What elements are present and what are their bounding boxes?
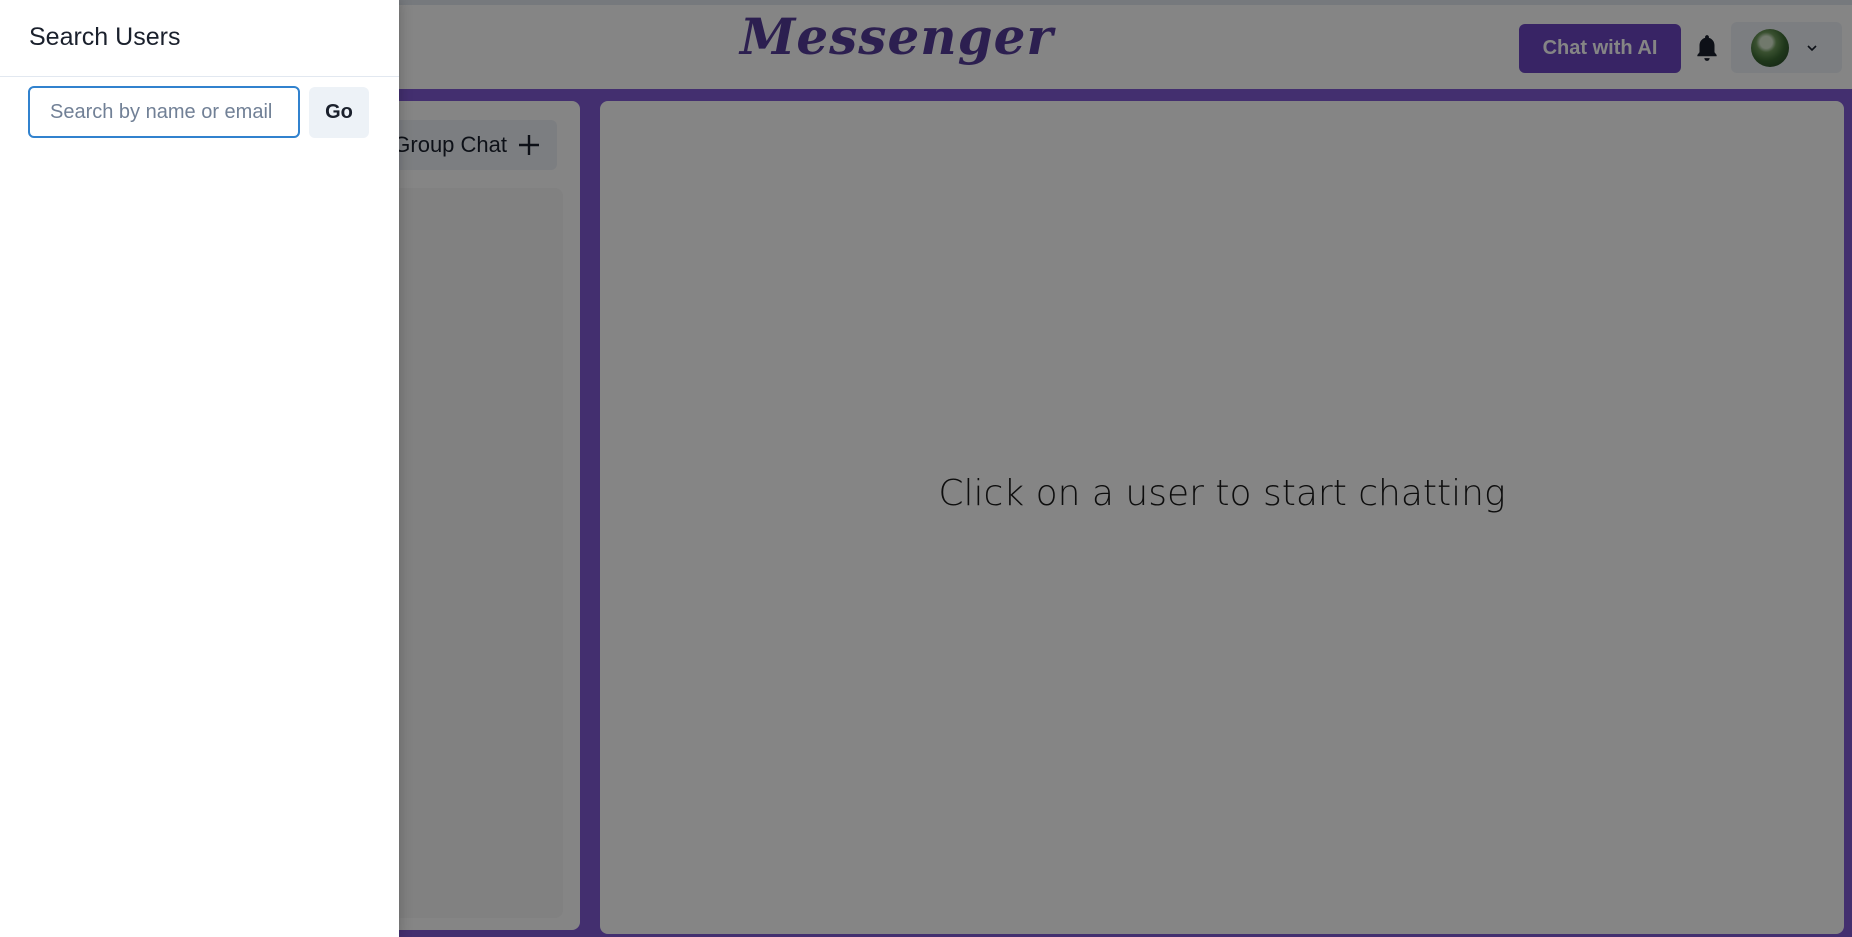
search-input[interactable] <box>28 86 300 138</box>
search-drawer: Search Users Go <box>0 0 399 937</box>
drawer-title: Search Users <box>0 0 399 77</box>
go-button[interactable]: Go <box>309 87 369 138</box>
